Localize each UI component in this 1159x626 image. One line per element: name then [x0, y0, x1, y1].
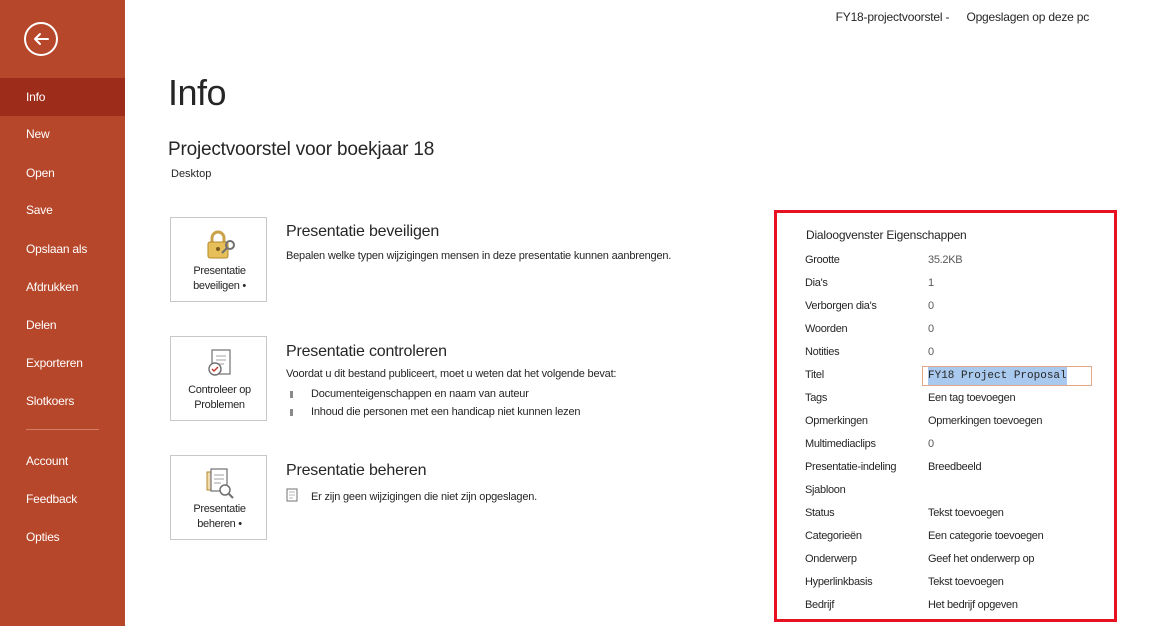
title-input[interactable]: FY18 Project Proposal	[922, 366, 1092, 386]
property-label: Multimediaclips	[805, 438, 876, 450]
property-label: Woorden	[805, 323, 848, 335]
page-title: Info	[168, 72, 227, 113]
property-label: Opmerkingen	[805, 415, 868, 427]
property-value[interactable]: Geef het onderwerp op	[928, 553, 1035, 565]
property-label: Bedrijf	[805, 599, 835, 611]
nav-item-close[interactable]: Slotkoers	[0, 382, 125, 420]
nav-item-new[interactable]: New	[0, 115, 125, 153]
property-value: 1	[928, 277, 934, 289]
property-label: Presentatie-indeling	[805, 461, 897, 473]
property-value[interactable]: Opmerkingen toevoegen	[928, 415, 1042, 427]
manage-title: Presentatie beheren	[286, 462, 427, 479]
manage-documents-icon	[206, 468, 234, 499]
manage-description: Er zijn geen wijzigingen die niet zijn o…	[311, 491, 538, 503]
property-label: Titel	[805, 369, 824, 381]
nav-item-open[interactable]: Open	[0, 154, 125, 192]
protect-presentation-button[interactable]: Presentatie beveiligen •	[170, 217, 267, 302]
title-bar: FY18-projectvoorstel - Opgeslagen op dez…	[822, 10, 1090, 24]
inspect-document-icon	[208, 349, 231, 376]
property-value: Breedbeeld	[928, 461, 982, 473]
nav-item-export[interactable]: Exporteren	[0, 344, 125, 382]
property-label: Hyperlinkbasis	[805, 576, 873, 588]
nav-item-info[interactable]: Info	[0, 78, 125, 116]
property-value: 0	[928, 438, 934, 450]
backstage-sidebar: Info New Open Save Opslaan als Afdrukken…	[0, 0, 125, 626]
property-label: Sjabloon	[805, 484, 846, 496]
property-value[interactable]: Het bedrijf opgeven	[928, 599, 1018, 611]
property-value[interactable]: Tekst toevoegen	[928, 576, 1004, 588]
title-input-value: FY18 Project Proposal	[928, 367, 1067, 385]
property-value: 0	[928, 323, 934, 335]
document-location: Desktop	[171, 168, 212, 180]
tile-label: Controleer op Problemen	[188, 384, 251, 411]
document-icon	[286, 488, 298, 502]
property-label: Tags	[805, 392, 828, 404]
property-label: Notities	[805, 346, 840, 358]
document-title: Projectvoorstel voor boekjaar 18	[168, 139, 435, 160]
nav-item-print[interactable]: Afdrukken	[0, 268, 125, 306]
inspect-description: Voordat u dit bestand publiceert, moet u…	[286, 368, 617, 380]
properties-dialog-link[interactable]: Dialoogvenster Eigenschappen	[806, 228, 967, 242]
property-label: Status	[805, 507, 835, 519]
property-label: Grootte	[805, 254, 840, 266]
property-value: 0	[928, 300, 934, 312]
tile-label: Presentatie beveiligen •	[193, 265, 246, 292]
property-value: 35.2KB	[928, 254, 963, 266]
property-value[interactable]: Een tag toevoegen	[928, 392, 1016, 404]
nav-item-save-as[interactable]: Opslaan als	[0, 230, 125, 268]
nav-item-feedback[interactable]: Feedback	[0, 480, 125, 518]
property-label: Dia's	[805, 277, 828, 289]
property-value[interactable]: Een categorie toevoegen	[928, 530, 1044, 542]
check-for-issues-button[interactable]: Controleer op Problemen	[170, 336, 267, 421]
nav-item-share[interactable]: Delen	[0, 306, 125, 344]
inspect-title: Presentatie controleren	[286, 343, 447, 360]
property-label: Onderwerp	[805, 553, 857, 565]
file-name: FY18-projectvoorstel -	[835, 10, 950, 24]
protect-description: Bepalen welke typen wijzigingen mensen i…	[286, 250, 672, 262]
property-value: 0	[928, 346, 934, 358]
lock-key-icon	[207, 230, 235, 259]
tile-label: Presentatie beheren •	[193, 503, 246, 530]
protect-title: Presentatie beveiligen	[286, 223, 440, 240]
property-label: Verborgen dia's	[805, 300, 877, 312]
back-arrow-icon[interactable]	[24, 22, 58, 56]
manage-presentation-button[interactable]: Presentatie beheren •	[170, 455, 267, 540]
property-label: Categorieën	[805, 530, 862, 542]
save-status: Opgeslagen op deze pc	[966, 10, 1089, 24]
nav-divider	[26, 429, 99, 430]
nav-item-account[interactable]: Account	[0, 442, 125, 480]
property-value[interactable]: Tekst toevoegen	[928, 507, 1004, 519]
nav-item-options[interactable]: Opties	[0, 518, 125, 556]
nav-item-save[interactable]: Save	[0, 191, 125, 229]
